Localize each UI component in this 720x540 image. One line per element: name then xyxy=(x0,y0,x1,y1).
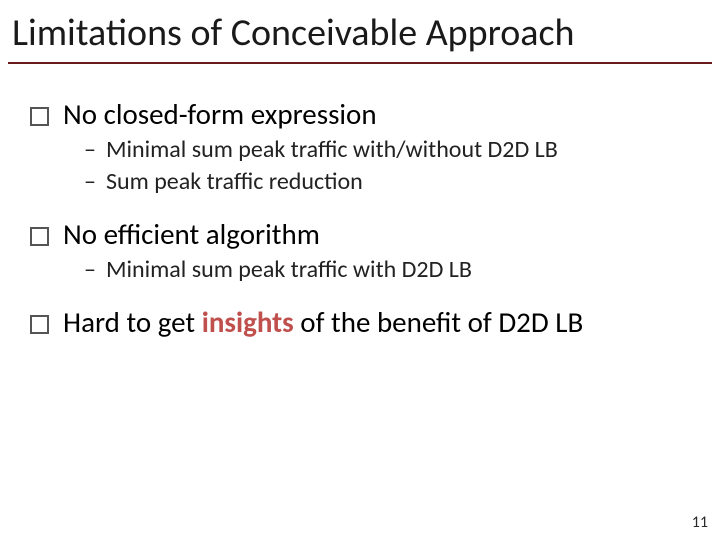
bullet-text: No efficient algorithm xyxy=(63,218,690,251)
bullet-text-pre: Hard to get xyxy=(63,304,202,340)
subbullet-minimal-with-without: – Minimal sum peak traffic with/without … xyxy=(84,135,690,164)
slide-title: Limitations of Conceivable Approach xyxy=(0,0,720,60)
dash-bullet-icon: – xyxy=(84,255,96,284)
bullet-text-post: of the benefit of D2D LB xyxy=(294,304,584,340)
square-bullet-icon xyxy=(30,315,49,334)
dash-bullet-icon: – xyxy=(84,167,96,196)
bullet-no-efficient-algorithm: No efficient algorithm xyxy=(30,218,690,251)
subbullet-text: Minimal sum peak traffic with D2D LB xyxy=(106,255,690,284)
slide-content: No closed-form expression – Minimal sum … xyxy=(0,64,720,340)
square-bullet-icon xyxy=(30,107,49,126)
page-number: 11 xyxy=(692,513,708,532)
subbullet-text: Minimal sum peak traffic with/without D2… xyxy=(106,135,690,164)
bullet-hard-insights: Hard to get insights of the benefit of D… xyxy=(30,306,690,339)
square-bullet-icon xyxy=(30,227,49,246)
subbullet-text: Sum peak traffic reduction xyxy=(106,167,690,196)
bullet-text-accent: insights xyxy=(202,304,294,340)
bullet-text: No closed-form expression xyxy=(63,98,690,131)
slide: Limitations of Conceivable Approach No c… xyxy=(0,0,720,540)
dash-bullet-icon: – xyxy=(84,135,96,164)
subbullet-sum-peak-reduction: – Sum peak traffic reduction xyxy=(84,167,690,196)
bullet-no-closed-form: No closed-form expression xyxy=(30,98,690,131)
bullet-text: Hard to get insights of the benefit of D… xyxy=(63,306,690,339)
subbullet-minimal-with-d2d: – Minimal sum peak traffic with D2D LB xyxy=(84,255,690,284)
